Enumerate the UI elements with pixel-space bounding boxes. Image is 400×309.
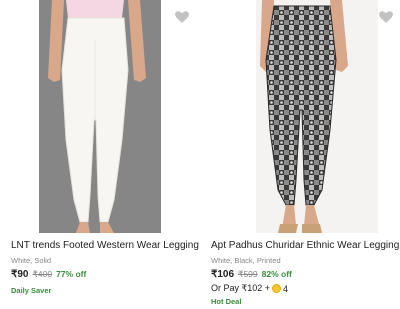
product-price: ₹90 xyxy=(11,269,29,280)
product-title[interactable]: LNT trends Footed Western Wear Legging xyxy=(11,240,199,252)
product-image[interactable] xyxy=(204,0,400,233)
price-row: ₹106 ₹599 82% off xyxy=(211,269,292,280)
price-row: ₹90 ₹400 77% off xyxy=(11,269,86,280)
product-card[interactable]: LNT trends Footed Western Wear Legging W… xyxy=(4,0,200,309)
heart-icon[interactable] xyxy=(377,8,395,26)
product-discount: 77% off xyxy=(56,269,87,279)
printed-legging-illustration xyxy=(260,0,348,233)
deal-tag: Hot Deal xyxy=(211,297,242,306)
heart-icon[interactable] xyxy=(173,8,191,26)
product-card[interactable]: Apt Padhus Churidar Ethnic Wear Legging … xyxy=(204,0,400,309)
product-price: ₹106 xyxy=(211,269,235,280)
pay-prefix: Or Pay ₹102 + xyxy=(211,283,271,293)
product-discount: 82% off xyxy=(261,269,292,279)
white-legging-illustration xyxy=(48,0,146,233)
coin-icon xyxy=(272,284,282,293)
product-mrp: ₹599 xyxy=(238,269,258,279)
product-subtitle: White, Solid xyxy=(11,256,52,265)
product-title[interactable]: Apt Padhus Churidar Ethnic Wear Legging xyxy=(211,240,399,252)
pay-with-coins-row: Or Pay ₹102 + 4 xyxy=(211,283,288,294)
coin-count: 4 xyxy=(283,283,289,294)
product-image[interactable] xyxy=(4,0,200,233)
deal-tag: Daily Saver xyxy=(11,286,52,295)
product-subtitle: White, Black, Printed xyxy=(211,256,281,265)
product-mrp: ₹400 xyxy=(32,269,53,279)
